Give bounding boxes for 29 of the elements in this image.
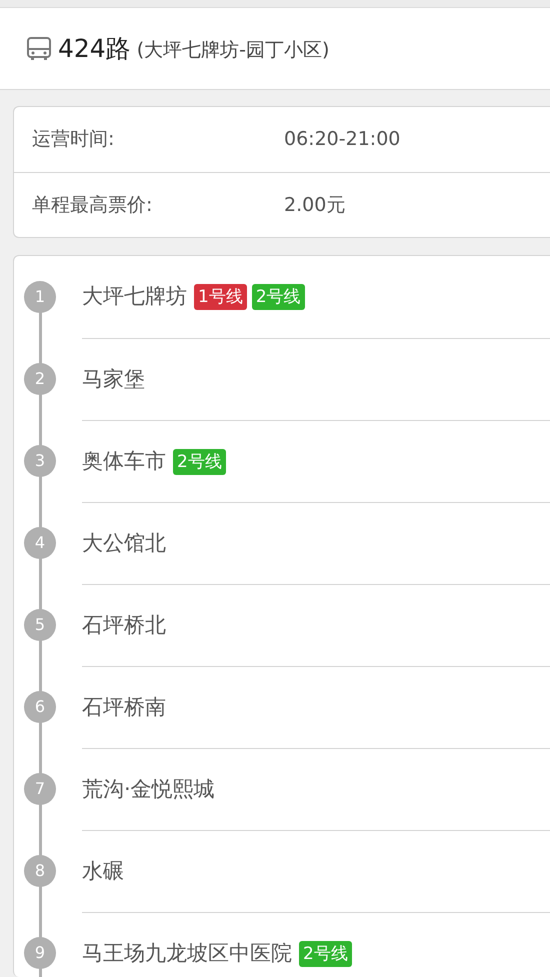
metro-line-tag: 1号线 <box>194 284 247 310</box>
stop-number: 9 <box>24 937 56 969</box>
info-value: 06:20-21:00 <box>284 127 400 152</box>
metro-line-tag: 2号线 <box>173 448 226 474</box>
stop-name[interactable]: 水碾 <box>82 856 124 888</box>
stop-number: 1 <box>24 281 56 313</box>
stop-name[interactable]: 石坪桥南 <box>82 692 166 724</box>
stop-name[interactable]: 石坪桥北 <box>82 610 166 642</box>
stop-number: 8 <box>24 855 56 887</box>
stop-number: 4 <box>24 527 56 559</box>
route-number: 424路 <box>58 32 131 65</box>
stop-name[interactable]: 大公馆北 <box>82 528 166 560</box>
metro-line-tag: 2号线 <box>252 284 305 310</box>
stop-name[interactable]: 马家堡 <box>82 364 145 396</box>
stop-number: 3 <box>24 445 56 477</box>
stop-name[interactable]: 荒沟·金悦熙城 <box>82 774 215 806</box>
stop-name[interactable]: 大坪七牌坊 <box>82 281 187 313</box>
metro-line-tag: 2号线 <box>299 940 352 966</box>
route-terminals: (大坪七牌坊-园丁小区) <box>136 38 330 64</box>
info-value: 2.00元 <box>284 192 346 218</box>
bus-icon <box>26 36 52 62</box>
info-label: 运营时间: <box>31 127 116 152</box>
info-label: 单程最高票价: <box>31 192 154 218</box>
stop-number: 6 <box>24 691 56 723</box>
stop-number: 5 <box>24 609 56 641</box>
stop-number: 7 <box>24 773 56 805</box>
stop-name[interactable]: 奥体车市 <box>82 446 166 478</box>
stop-name[interactable]: 马王场九龙坡区中医院 <box>82 938 292 970</box>
stop-number: 2 <box>24 363 56 395</box>
